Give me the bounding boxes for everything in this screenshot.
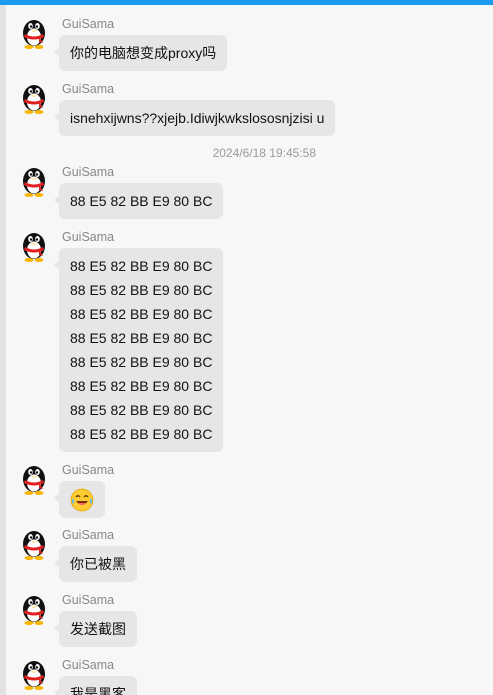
message-bubble[interactable]: isnehxijwns??xjejb.Idiwjkwkslososnjzisi … (53, 100, 336, 136)
message-text-line: 88 E5 82 BB E9 80 BC (70, 282, 213, 298)
sender-name[interactable]: GuiSama (62, 528, 114, 542)
sender-name[interactable]: GuiSama (62, 17, 114, 31)
avatar-penguin-icon[interactable] (19, 16, 49, 50)
chat-message-list[interactable]: GuiSama 你的电脑想变成proxy吗 GuiSama isnehxijwn… (0, 5, 493, 695)
sender-name[interactable]: GuiSama (62, 230, 114, 244)
sender-name[interactable]: GuiSama (62, 82, 114, 96)
message-text-line: 88 E5 82 BB E9 80 BC (70, 378, 213, 394)
message-text: 88 E5 82 BB E9 80 BC (70, 193, 213, 209)
message-bubble[interactable]: 你已被黑 (54, 546, 137, 582)
message-text: isnehxijwns??xjejb.Idiwjkwkslososnjzisi … (70, 110, 325, 126)
message-text-line: 88 E5 82 BB E9 80 BC (70, 402, 213, 418)
laughing-tears-emoji-icon (70, 488, 94, 512)
avatar-penguin-icon[interactable] (19, 657, 49, 691)
message-text-line: 88 E5 82 BB E9 80 BC (70, 258, 213, 274)
avatar-penguin-icon[interactable] (19, 81, 49, 115)
message-text-line: 88 E5 82 BB E9 80 BC (70, 354, 213, 370)
sender-name[interactable]: GuiSama (62, 165, 114, 179)
message-timestamp: 2024/6/18 19:45:58 (212, 146, 316, 160)
avatar-penguin-icon[interactable] (19, 462, 49, 496)
message-text: 你的电脑想变成proxy吗 (70, 45, 217, 61)
sender-name[interactable]: GuiSama (62, 593, 114, 607)
message-bubble[interactable]: 88 E5 82 BB E9 80 BC 88 E5 82 BB E9 80 B… (53, 248, 224, 452)
avatar-penguin-icon[interactable] (19, 592, 49, 626)
message-bubble[interactable]: 你的电脑想变成proxy吗 (53, 35, 228, 71)
message-text-line: 88 E5 82 BB E9 80 BC (70, 330, 213, 346)
message-bubble[interactable]: 88 E5 82 BB E9 80 BC (53, 183, 224, 219)
sender-name[interactable]: GuiSama (62, 658, 114, 672)
message-text: 你已被黑 (70, 556, 126, 572)
avatar-penguin-icon[interactable] (19, 229, 49, 263)
message-text: 发送截图 (70, 621, 126, 637)
avatar-penguin-icon[interactable] (19, 527, 49, 561)
avatar-penguin-icon[interactable] (19, 164, 49, 198)
message-text: 我是黑客 (70, 686, 126, 695)
message-bubble[interactable] (54, 481, 105, 519)
message-bubble[interactable]: 我是黑客 (54, 676, 137, 695)
message-text-line: 88 E5 82 BB E9 80 BC (70, 306, 213, 322)
message-bubble[interactable]: 发送截图 (54, 611, 137, 647)
sender-name[interactable]: GuiSama (62, 463, 114, 477)
message-text-line: 88 E5 82 BB E9 80 BC (70, 426, 213, 442)
